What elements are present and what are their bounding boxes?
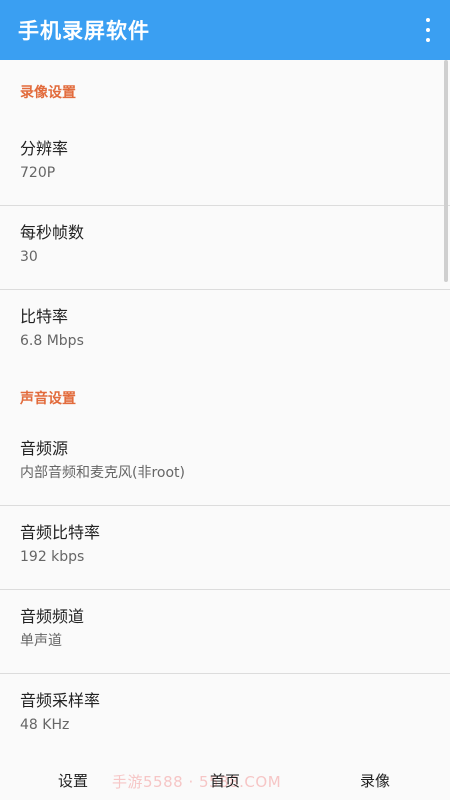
pref-audio-bitrate[interactable]: 音频比特率 192 kbps [0, 506, 450, 590]
app-title: 手机录屏软件 [18, 19, 150, 43]
pref-title: 音频频道 [20, 607, 85, 626]
pref-resolution[interactable]: 分辨率 720P [0, 122, 450, 206]
scrollbar[interactable] [444, 60, 448, 282]
section-header-audio: 声音设置 [20, 391, 76, 407]
pref-summary: 720P [20, 165, 56, 181]
pref-summary: 30 [20, 249, 38, 265]
pref-audio-channel[interactable]: 音频频道 单声道 [0, 590, 450, 674]
pref-audio-sample-rate[interactable]: 音频采样率 48 KHz [0, 674, 450, 758]
pref-summary: 192 kbps [20, 549, 85, 565]
watermark-text: 手游5588 · 5588.COM [112, 773, 282, 791]
overflow-menu-icon[interactable] [420, 18, 436, 42]
pref-title: 每秒帧数 [20, 223, 85, 242]
settings-list: 录像设置 分辨率 720P 每秒帧数 30 比特率 6.8 Mbps 声音设置 … [0, 60, 450, 760]
pref-summary: 单声道 [20, 633, 62, 649]
nav-record[interactable]: 录像 [360, 770, 390, 791]
pref-title: 音频比特率 [20, 523, 101, 542]
pref-summary: 内部音频和麦克风(非root) [20, 465, 185, 481]
pref-audio-source[interactable]: 音频源 内部音频和麦克风(非root) [0, 422, 450, 506]
pref-summary: 48 KHz [20, 717, 70, 733]
bottom-nav: 手游5588 · 5588.COM 设置 首页 录像 [0, 760, 450, 800]
pref-frame-rate[interactable]: 每秒帧数 30 [0, 206, 450, 290]
nav-settings[interactable]: 设置 [58, 770, 88, 791]
app-bar: 手机录屏软件 [0, 0, 450, 60]
pref-title: 分辨率 [20, 139, 69, 158]
pref-title: 比特率 [20, 307, 69, 326]
pref-summary: 6.8 Mbps [20, 333, 84, 349]
pref-bitrate[interactable]: 比特率 6.8 Mbps [0, 290, 450, 374]
pref-title: 音频源 [20, 439, 69, 458]
pref-title: 音频采样率 [20, 691, 101, 710]
section-header-video: 录像设置 [20, 85, 76, 101]
nav-home[interactable]: 首页 [210, 770, 240, 791]
